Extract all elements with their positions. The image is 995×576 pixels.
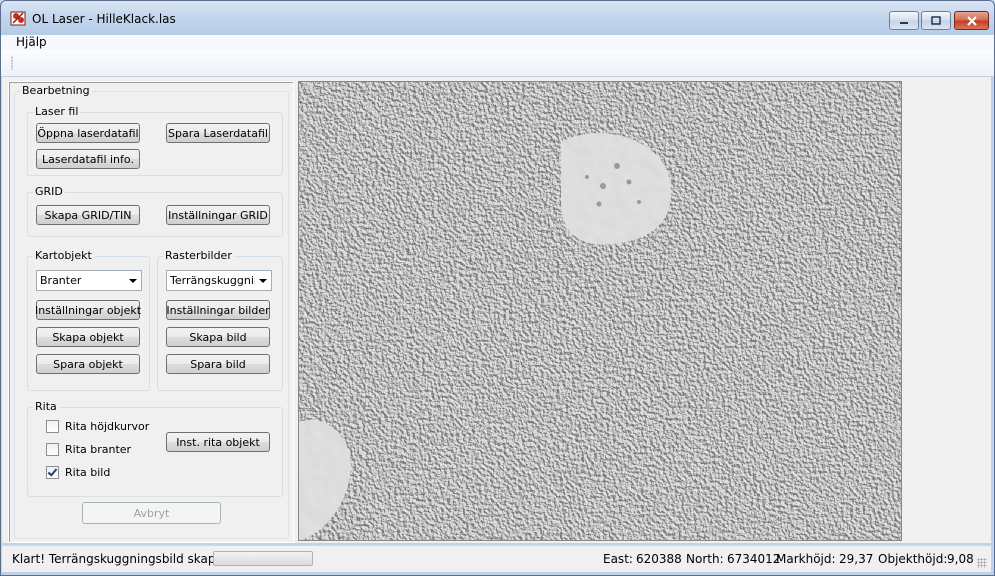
cancel-button[interactable]: Avbryt: [82, 502, 221, 524]
app-icon: [10, 11, 26, 26]
raster-image-select-value: Terrängskuggning: [170, 274, 255, 287]
save-image-button[interactable]: Spara bild: [166, 354, 270, 374]
menu-help[interactable]: Hjälp: [16, 35, 47, 49]
map-object-select[interactable]: Branter: [36, 270, 142, 291]
map-object-group: Kartobjekt Branter Inställningar objekt …: [27, 249, 150, 391]
draw-slopes-label: Rita branter: [65, 443, 132, 456]
ground-height-label: Markhöjd:: [776, 552, 836, 566]
north-value: 6734012: [727, 552, 781, 566]
maximize-icon: [931, 16, 941, 25]
raster-image-select[interactable]: Terrängskuggning: [166, 270, 272, 291]
draw-image-checkbox[interactable]: [46, 466, 59, 479]
laser-file-group: Laser fil Öppna laserdatafil Spara Laser…: [27, 105, 283, 176]
object-settings-button[interactable]: Inställningar objekt: [35, 300, 141, 320]
laser-file-label: Laser fil: [33, 105, 81, 118]
raster-images-group: Rasterbilder Terrängskuggning Inställnin…: [157, 249, 283, 391]
raster-images-label: Rasterbilder: [163, 249, 234, 262]
hillshade-image-view[interactable]: [298, 81, 902, 541]
resize-grip-icon[interactable]: [977, 558, 987, 568]
close-icon: [966, 15, 977, 26]
grid-label: GRID: [33, 185, 65, 198]
east-label: East:: [603, 552, 633, 566]
client-area: Bearbetning Laser fil Öppna laserdatafil…: [2, 77, 991, 543]
draw-contours-label: Rita höjdkurvor: [65, 420, 150, 433]
map-object-label: Kartobjekt: [33, 249, 94, 262]
processing-panel: Bearbetning Laser fil Öppna laserdatafil…: [8, 81, 294, 543]
window-title: OL Laser - HilleKlack.las: [32, 12, 176, 26]
draw-slopes-option[interactable]: Rita branter: [46, 443, 131, 456]
minimize-icon: [900, 21, 908, 24]
draw-contours-checkbox[interactable]: [46, 420, 59, 433]
ground-height-value: 29,37: [839, 552, 874, 566]
image-settings-button[interactable]: Inställningar bilder: [166, 300, 270, 320]
object-height-label: Objekthöjd:: [878, 552, 948, 566]
close-button[interactable]: [954, 11, 989, 30]
draw-group: Rita Rita höjdkurvor Rita branter Rita b…: [27, 400, 283, 497]
object-height-value: 9,08: [947, 552, 974, 566]
status-bar: Klart! Terrängskuggningsbild skapad. Eas…: [2, 545, 991, 572]
status-message: Klart! Terrängskuggningsbild skapad.: [12, 552, 235, 566]
hillshade-image: [299, 82, 901, 540]
grid-settings-button[interactable]: Inställningar GRID: [166, 205, 270, 225]
create-grid-button[interactable]: Skapa GRID/TIN: [36, 205, 140, 225]
progress-bar: [213, 551, 313, 566]
draw-slopes-checkbox[interactable]: [46, 443, 59, 456]
draw-image-label: Rita bild: [65, 466, 111, 479]
laser-file-info-button[interactable]: Laserdatafil info.: [36, 149, 140, 169]
toolbar-grip-icon[interactable]: [11, 56, 13, 70]
draw-object-settings-button[interactable]: Inst. rita objekt: [166, 432, 270, 452]
save-laser-file-button[interactable]: Spara Laserdatafil: [166, 123, 270, 143]
north-label: North:: [686, 552, 724, 566]
save-object-button[interactable]: Spara objekt: [36, 354, 140, 374]
maximize-button[interactable]: [921, 11, 951, 30]
toolbar: [1, 50, 994, 77]
draw-image-option[interactable]: Rita bild: [46, 466, 110, 479]
grid-group: GRID Skapa GRID/TIN Inställningar GRID: [27, 185, 283, 237]
east-value: 620388: [636, 552, 682, 566]
open-laser-file-button[interactable]: Öppna laserdatafil: [36, 123, 140, 143]
title-bar[interactable]: OL Laser - HilleKlack.las: [1, 1, 994, 35]
chevron-down-icon: [129, 279, 137, 283]
processing-group-label: Bearbetning: [20, 84, 92, 97]
minimize-button[interactable]: [889, 11, 919, 30]
create-object-button[interactable]: Skapa objekt: [36, 327, 140, 347]
draw-contours-option[interactable]: Rita höjdkurvor: [46, 420, 149, 433]
app-window: OL Laser - HilleKlack.las Hjälp Bearbetn…: [0, 0, 995, 576]
draw-label: Rita: [33, 400, 59, 413]
chevron-down-icon: [259, 279, 267, 283]
create-image-button[interactable]: Skapa bild: [166, 327, 270, 347]
menu-bar: Hjälp: [1, 35, 994, 50]
map-object-select-value: Branter: [40, 274, 82, 287]
